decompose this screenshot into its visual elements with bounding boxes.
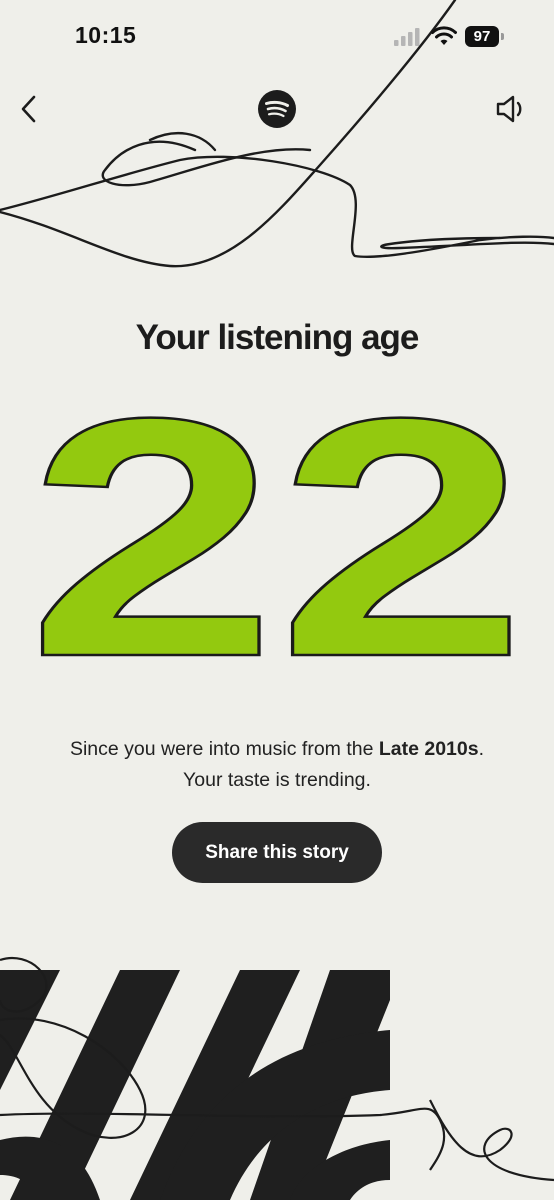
chevron-left-icon[interactable] <box>14 92 44 126</box>
battery-icon: 97 <box>465 26 505 47</box>
spotify-logo <box>258 90 296 128</box>
cellular-signal-icon <box>394 28 420 46</box>
caption-suffix: . <box>478 738 485 760</box>
caption-line-2: Your taste is trending. <box>183 769 371 791</box>
wifi-icon <box>431 26 457 45</box>
page-title: Your listening age <box>135 318 420 357</box>
status-bar: 10:15 97 <box>0 0 554 70</box>
age-caption: Since you were into music from the Late … <box>0 734 554 796</box>
battery-level: 97 <box>465 26 499 47</box>
age-value: 22 <box>27 405 527 675</box>
caption-prefix: Since you were into music from the <box>69 738 379 760</box>
speaker-icon[interactable] <box>494 93 530 125</box>
share-story-button[interactable]: Share this story <box>172 822 382 883</box>
caption-era: Late 2010s <box>378 738 479 760</box>
status-time: 10:15 <box>75 22 137 48</box>
decorative-pattern <box>0 957 554 1200</box>
listening-age-number: 22 <box>26 405 529 675</box>
